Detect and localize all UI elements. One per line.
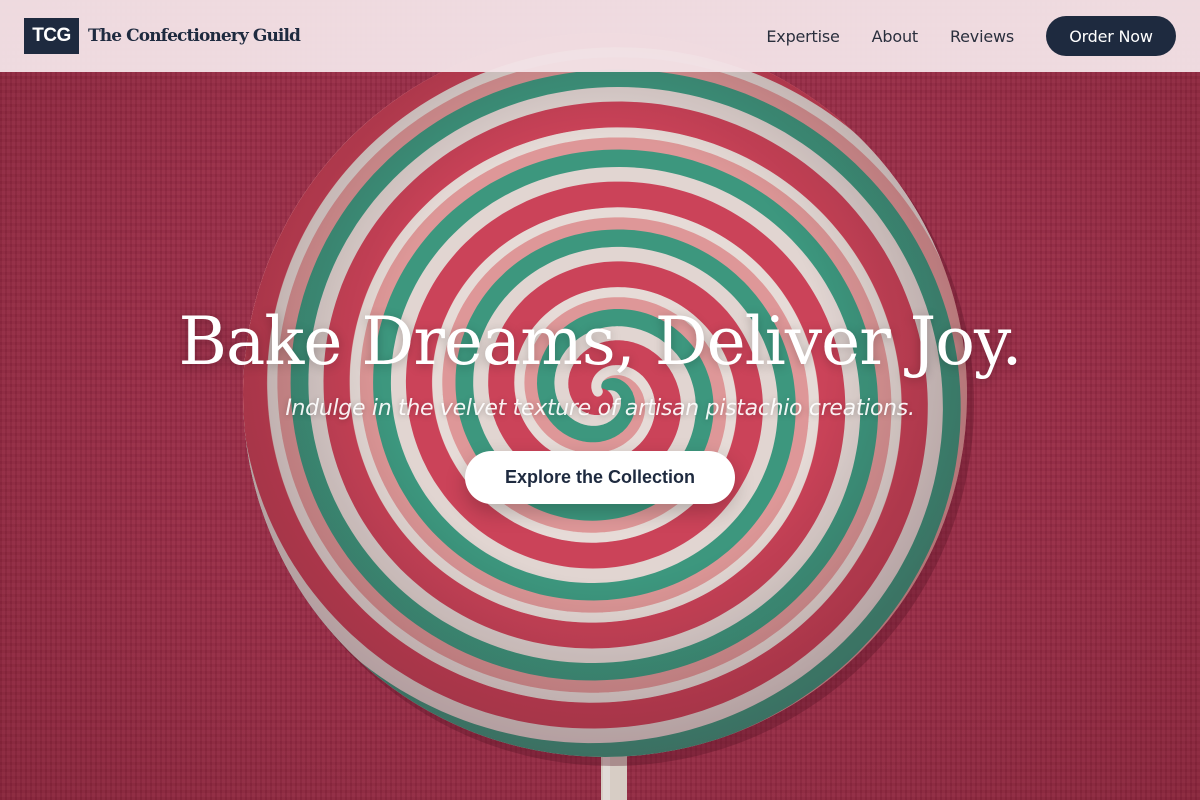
hero-headline: Bake Dreams, Deliver Joy.: [178, 303, 1023, 380]
nav-link-about[interactable]: About: [872, 27, 919, 46]
nav-link-reviews[interactable]: Reviews: [950, 27, 1014, 46]
brand-name: The Confectionery Guild: [88, 26, 301, 46]
nav-link-expertise[interactable]: Expertise: [766, 27, 839, 46]
site-header: TCG The Confectionery Guild Expertise Ab…: [0, 0, 1200, 72]
hero-content: Bake Dreams, Deliver Joy. Indulge in the…: [0, 300, 1200, 504]
hero-subheadline: Indulge in the velvet texture of artisan…: [285, 396, 915, 421]
brand-logo-link[interactable]: TCG The Confectionery Guild: [24, 18, 301, 54]
explore-collection-button[interactable]: Explore the Collection: [465, 451, 735, 504]
order-now-button[interactable]: Order Now: [1046, 16, 1176, 56]
logo-badge: TCG: [24, 18, 79, 54]
hero-section: Bake Dreams, Deliver Joy. Indulge in the…: [0, 0, 1200, 800]
main-nav: Expertise About Reviews Order Now: [766, 16, 1176, 56]
